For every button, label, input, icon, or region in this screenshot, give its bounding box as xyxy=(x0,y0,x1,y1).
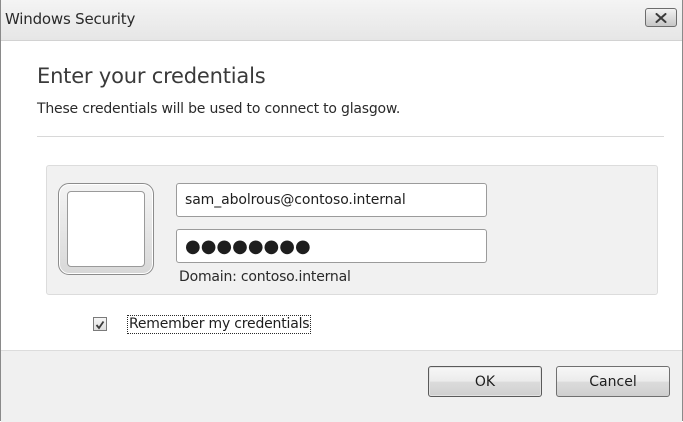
domain-label: Domain: contoso.internal xyxy=(179,269,351,285)
cancel-button[interactable]: Cancel xyxy=(556,366,670,397)
remember-checkbox[interactable] xyxy=(93,317,107,331)
title-bar[interactable]: Windows Security xyxy=(1,0,682,41)
dialog-heading: Enter your credentials xyxy=(37,64,266,88)
ok-button[interactable]: OK xyxy=(428,366,542,397)
username-field[interactable] xyxy=(176,183,487,217)
checkmark-icon xyxy=(95,315,105,334)
user-tile-icon xyxy=(58,183,154,275)
credential-dialog: Windows Security Enter your credentials … xyxy=(0,0,683,422)
dialog-description: These credentials will be used to connec… xyxy=(37,101,401,117)
close-icon xyxy=(655,12,667,23)
close-button[interactable] xyxy=(645,8,677,27)
user-tile-frame xyxy=(67,191,145,267)
password-field[interactable] xyxy=(176,229,487,263)
remember-label[interactable]: Remember my credentials xyxy=(127,314,312,334)
window-title: Windows Security xyxy=(5,10,136,28)
remember-credentials-option[interactable]: Remember my credentials xyxy=(93,313,312,335)
divider xyxy=(37,136,664,137)
